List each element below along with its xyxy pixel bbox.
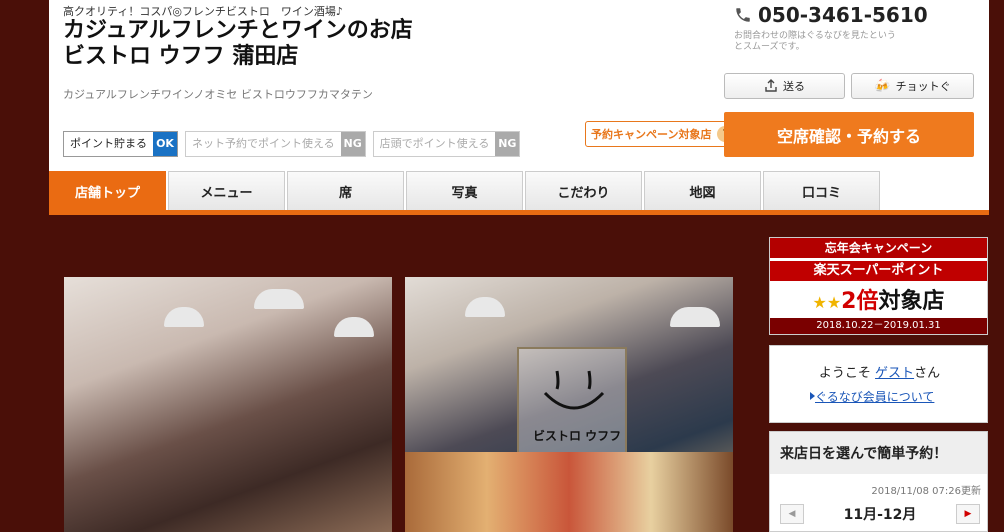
shop-logo-text: ビストロ ウフフ bbox=[533, 429, 622, 443]
star-icon: ★★ bbox=[812, 293, 842, 312]
campaign-label: 予約キャンペーン対象店 bbox=[591, 128, 712, 141]
tab-reviews[interactable]: 口コミ bbox=[763, 171, 880, 211]
shop-title-line2: ビストロ ウフフ 蒲田店 bbox=[63, 44, 299, 69]
reserve-button[interactable]: 空席確認・予約する bbox=[724, 112, 974, 157]
next-month-button[interactable]: ▶ bbox=[956, 504, 980, 524]
badge-label: ネット予約でポイント使える bbox=[186, 132, 341, 156]
badge-net-point: ネット予約でポイント使える NG bbox=[185, 131, 366, 157]
share-icon bbox=[765, 79, 777, 92]
food-spread bbox=[405, 452, 733, 532]
pendant-lamp bbox=[254, 289, 304, 309]
campaign-banner[interactable]: 忘年会キャンペーン 楽天スーパーポイント ★★2倍対象店 2018.10.22－… bbox=[769, 237, 988, 335]
main-nav: 店舗トップ メニュー 席 写真 こだわり 地図 口コミ bbox=[49, 171, 880, 211]
banner-big: ★★2倍対象店 bbox=[770, 283, 987, 315]
campaign-tag[interactable]: 予約キャンペーン対象店 ? bbox=[585, 121, 740, 147]
badge-value: NG bbox=[340, 132, 365, 156]
nav-underline bbox=[49, 210, 989, 215]
badge-store-point: 店頭でポイント使える NG bbox=[372, 131, 521, 157]
tab-photos[interactable]: 写真 bbox=[406, 171, 523, 211]
shop-kana: カジュアルフレンチワインノオミセ ビストロウフフカマタテン bbox=[63, 88, 373, 101]
welcome-text: ようこそ ゲストさん bbox=[770, 362, 989, 381]
shop-logo: ビストロ ウフフ bbox=[517, 347, 627, 457]
welcome-prefix: ようこそ bbox=[818, 366, 876, 381]
pendant-lamp bbox=[670, 307, 720, 327]
welcome-suffix: さん bbox=[914, 366, 941, 381]
banner-suffix: 対象店 bbox=[878, 289, 945, 314]
calendar-title: 来店日を選んで簡単予約！ bbox=[770, 432, 987, 474]
banner-dates: 2018.10.22－2019.01.31 bbox=[770, 318, 987, 334]
tab-top[interactable]: 店舗トップ bbox=[49, 171, 166, 211]
guest-link[interactable]: ゲスト bbox=[875, 366, 914, 381]
shop-tagline: 高クオリティ！コスパ◎フレンチビストロ ワイン酒場♪ bbox=[63, 5, 343, 18]
badge-label: 店頭でポイント使える bbox=[373, 132, 496, 156]
point-badges: ポイント貯まる OK ネット予約でポイント使える NG 店頭でポイント使える N… bbox=[63, 131, 521, 157]
tab-seats[interactable]: 席 bbox=[287, 171, 404, 211]
badge-value: OK bbox=[153, 132, 177, 156]
phone-block: 050-3461-5610 bbox=[734, 3, 928, 27]
banner-multiplier: 2倍 bbox=[841, 289, 879, 314]
interior-photo-2[interactable]: ビストロ ウフフ bbox=[405, 277, 733, 532]
badge-label: ポイント貯まる bbox=[64, 132, 153, 156]
send-label: 送る bbox=[783, 80, 805, 93]
calendar-nav: ◀ 11月-12月 ▶ bbox=[780, 503, 980, 525]
pendant-lamp bbox=[164, 307, 204, 327]
cheers-icon: 🍻 bbox=[874, 78, 891, 94]
send-button[interactable]: 送る bbox=[724, 73, 845, 99]
banner-title: 忘年会キャンペーン bbox=[770, 238, 987, 258]
smile-logo-icon bbox=[543, 370, 605, 410]
banner-line: 楽天スーパーポイント bbox=[770, 261, 987, 281]
reservation-calendar: 来店日を選んで簡単予約！ 2018/11/08 07:26更新 ◀ 11月-12… bbox=[769, 431, 988, 532]
tab-menu[interactable]: メニュー bbox=[168, 171, 285, 211]
prev-month-button[interactable]: ◀ bbox=[780, 504, 804, 524]
pendant-lamp bbox=[465, 297, 505, 317]
choi-label: チョットぐ bbox=[895, 80, 951, 93]
phone-number[interactable]: 050-3461-5610 bbox=[758, 3, 928, 27]
badge-value: NG bbox=[495, 132, 520, 156]
shop-title-line1: カジュアルフレンチとワインのお店 bbox=[63, 18, 413, 43]
welcome-box: ようこそ ゲストさん ぐるなび会員について bbox=[769, 345, 988, 423]
choi-button[interactable]: 🍻 チョットぐ bbox=[851, 73, 974, 99]
calendar-month: 11月-12月 bbox=[843, 507, 917, 523]
phone-note: お問合わせの際はぐるなびを見たというとスムーズです。 bbox=[734, 31, 896, 52]
shop-title: カジュアルフレンチとワインのお店 ビストロ ウフフ 蒲田店 bbox=[63, 18, 413, 70]
badge-point-earn: ポイント貯まる OK bbox=[63, 131, 178, 157]
pendant-lamp bbox=[334, 317, 374, 337]
shop-header: 高クオリティ！コスパ◎フレンチビストロ ワイン酒場♪ カジュアルフレンチとワイン… bbox=[49, 0, 989, 215]
phone-icon bbox=[736, 8, 750, 22]
member-info-link[interactable]: ぐるなび会員について bbox=[815, 388, 934, 405]
calendar-updated: 2018/11/08 07:26更新 bbox=[871, 486, 981, 497]
tab-map[interactable]: 地図 bbox=[644, 171, 761, 211]
interior-photo-1[interactable] bbox=[64, 277, 392, 532]
tab-kodawari[interactable]: こだわり bbox=[525, 171, 642, 211]
